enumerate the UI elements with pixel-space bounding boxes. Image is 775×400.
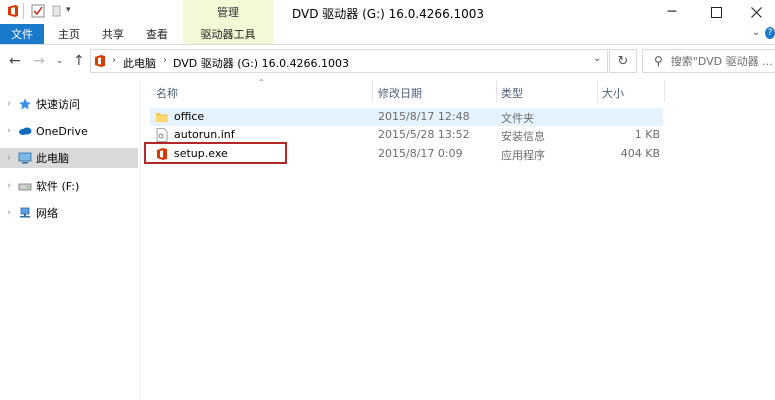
file-name: office [174, 110, 205, 123]
highlight-box [144, 142, 287, 164]
tab-share[interactable]: 共享 [96, 24, 130, 44]
qa-separator [23, 3, 24, 19]
nav-item-label: 快速访问 [36, 98, 80, 111]
file-date: 2015/8/17 0:09 [378, 147, 463, 160]
sort-ascending-icon: ⌃ [258, 78, 265, 87]
qa-dropdown-icon[interactable]: ▾ [66, 5, 71, 15]
chevron-down-icon: ⌄ [56, 56, 64, 66]
file-type: 安装信息 [501, 130, 545, 143]
column-separator[interactable] [664, 80, 665, 102]
recent-locations-button[interactable]: ⌄ [56, 56, 64, 66]
office-drive-icon [95, 55, 105, 67]
breadcrumb-this-pc[interactable]: 此电脑 [123, 55, 156, 71]
forward-button[interactable]: → [33, 53, 45, 69]
up-button[interactable]: ↑ [73, 53, 85, 69]
file-type: 应用程序 [501, 149, 545, 162]
nav-item-software-drive[interactable]: › 软件 (F:) [0, 176, 138, 196]
close-icon [751, 6, 762, 18]
minimize-icon: ─ [667, 4, 677, 20]
ribbon-expand-icon[interactable]: ⌄ [752, 27, 760, 38]
expand-chevron-icon[interactable]: › [0, 126, 18, 136]
search-icon: ⚲ [654, 54, 663, 68]
breadcrumb-separator-icon: › [112, 55, 116, 66]
column-header-size[interactable]: 大小 [602, 85, 624, 100]
expand-chevron-icon[interactable]: › [0, 99, 18, 109]
nav-item-quick-access[interactable]: › 快速访问 [0, 94, 138, 114]
nav-item-network[interactable]: › 网络 [0, 203, 138, 223]
ini-file-icon [156, 128, 168, 142]
expand-chevron-icon[interactable]: › [0, 181, 18, 191]
maximize-button[interactable] [694, 0, 738, 24]
up-arrow-icon: ↑ [73, 53, 85, 69]
file-size: 404 KB [620, 147, 660, 160]
column-separator[interactable] [597, 80, 598, 102]
address-dropdown-icon[interactable]: ⌄ [593, 53, 601, 64]
forward-arrow-icon: → [33, 53, 45, 69]
tab-drive-tools[interactable]: 驱动器工具 [183, 24, 273, 44]
star-icon [19, 98, 31, 110]
office-logo-icon [8, 5, 18, 17]
properties-check-icon[interactable] [31, 4, 45, 18]
breadcrumb-separator-icon: › [163, 55, 167, 66]
column-header-name[interactable]: 名称 [156, 85, 178, 100]
tab-home[interactable]: 主页 [52, 24, 86, 44]
new-folder-icon[interactable] [50, 4, 64, 18]
minimize-button[interactable]: ─ [650, 0, 694, 24]
column-separator[interactable] [372, 80, 373, 102]
close-button[interactable] [738, 0, 775, 24]
refresh-button[interactable]: ↻ [609, 49, 637, 73]
nav-item-onedrive[interactable]: › OneDrive [0, 121, 138, 141]
computer-icon [18, 152, 32, 164]
search-placeholder: 搜索"DVD 驱动器 ... [670, 55, 773, 68]
file-type: 文件夹 [501, 112, 534, 125]
folder-icon [156, 113, 168, 122]
nav-item-label: 软件 (F:) [36, 180, 80, 193]
table-row[interactable]: office 2015/8/17 12:48 文件夹 [150, 108, 663, 126]
tab-file[interactable]: 文件 [0, 24, 44, 44]
nav-item-label: 网络 [36, 207, 58, 220]
expand-chevron-icon[interactable]: › [0, 153, 18, 163]
column-header-date[interactable]: 修改日期 [378, 85, 422, 100]
window-title: DVD 驱动器 (G:) 16.0.4266.1003 [292, 7, 485, 21]
back-arrow-icon: ← [9, 53, 21, 69]
drive-icon [18, 183, 32, 191]
column-header-type[interactable]: 类型 [501, 85, 523, 100]
column-separator[interactable] [496, 80, 497, 102]
tab-view[interactable]: 查看 [140, 24, 174, 44]
cloud-icon [19, 127, 32, 135]
pane-divider[interactable] [140, 80, 141, 400]
nav-item-label: 此电脑 [36, 152, 69, 165]
manage-context-tab[interactable]: 管理 [183, 0, 273, 24]
refresh-icon: ↻ [617, 53, 629, 69]
file-date: 2015/8/17 12:48 [378, 110, 470, 123]
network-icon [20, 207, 30, 218]
file-size: 1 KB [634, 128, 660, 141]
maximize-icon [710, 6, 722, 18]
nav-item-this-pc[interactable]: › 此电脑 [0, 148, 138, 168]
help-icon[interactable]: ? [765, 27, 775, 39]
search-input[interactable]: ⚲ 搜索"DVD 驱动器 ... [642, 49, 775, 73]
back-button[interactable]: ← [9, 53, 21, 69]
file-date: 2015/5/28 13:52 [378, 128, 470, 141]
file-name: autorun.inf [174, 128, 235, 141]
breadcrumb-current-drive[interactable]: DVD 驱动器 (G:) 16.0.4266.1003 [173, 55, 349, 71]
nav-item-label: OneDrive [36, 124, 88, 138]
expand-chevron-icon[interactable]: › [0, 208, 18, 218]
